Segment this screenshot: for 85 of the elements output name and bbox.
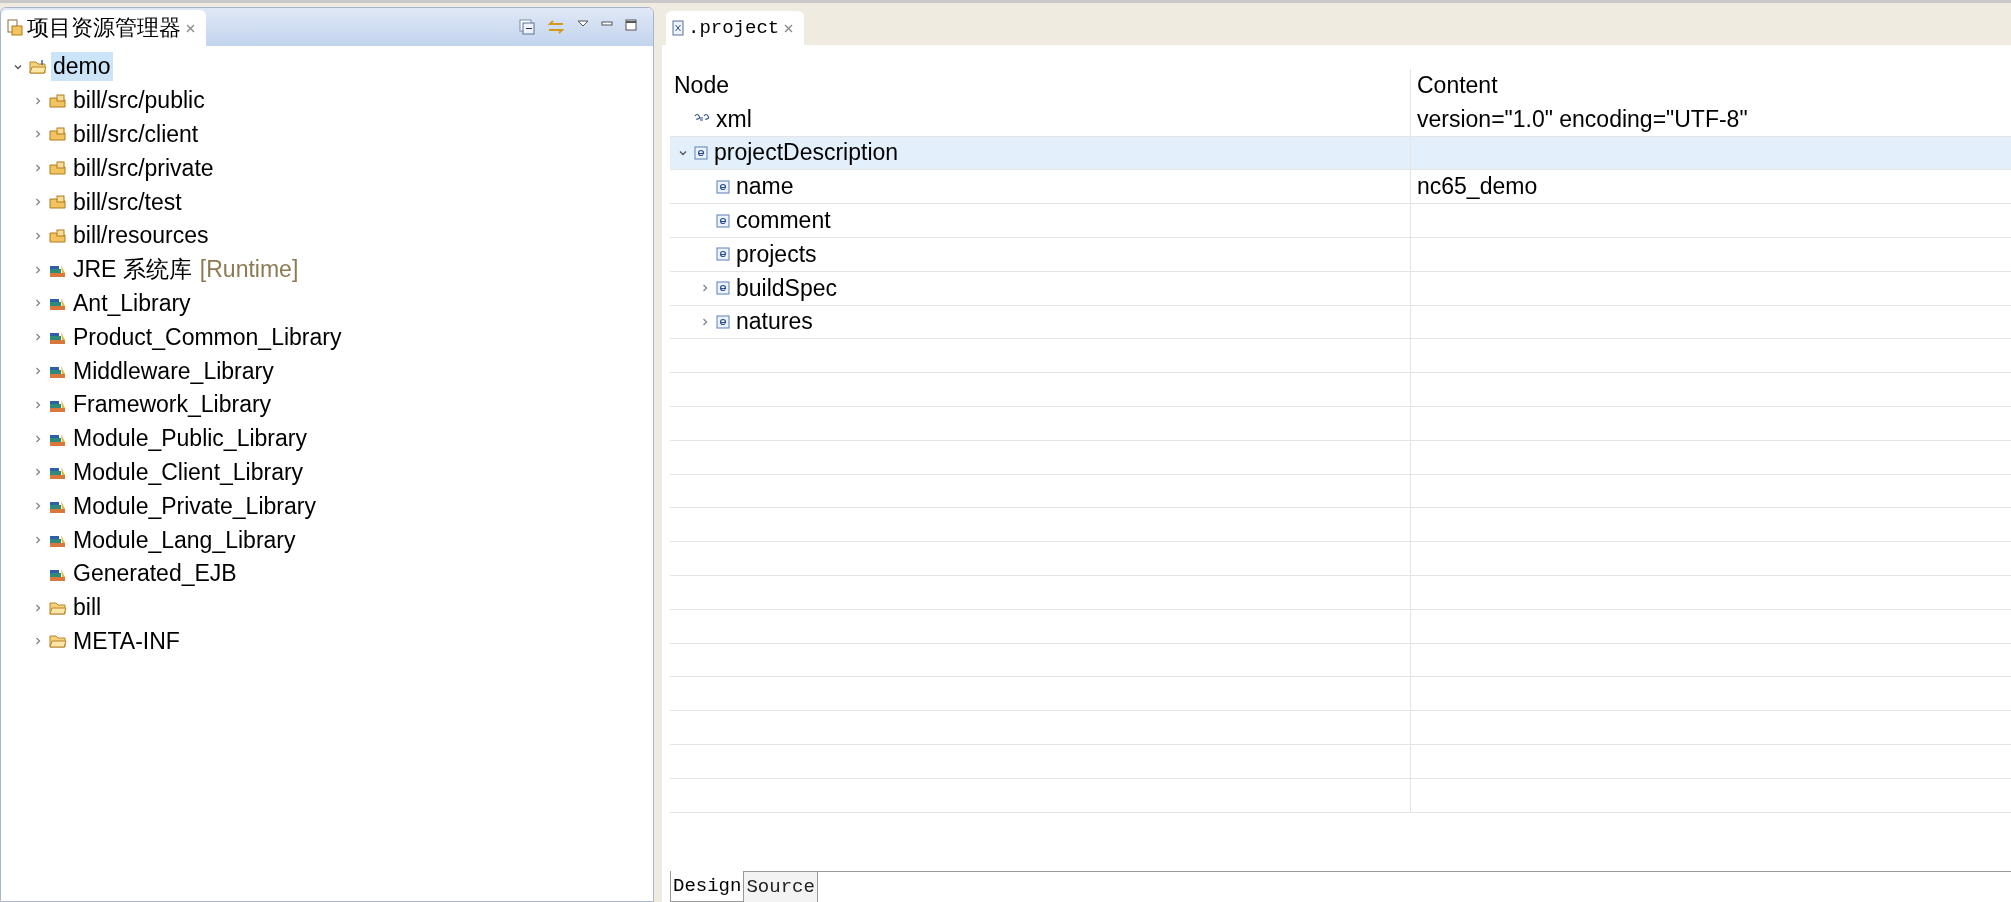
open-folder-icon [29, 58, 47, 75]
editor-tab-label: .project [688, 17, 780, 39]
node-name: projects [736, 240, 817, 268]
tree-item[interactable]: Product_Common_Library [71, 322, 344, 352]
chevron-right-icon[interactable] [700, 316, 710, 327]
column-header: Node [674, 72, 729, 100]
tree-item[interactable]: Generated_EJB [71, 559, 239, 589]
node-row[interactable]: xml version="1.0" encoding="UTF-8" [670, 102, 2011, 137]
element-icon [716, 179, 730, 194]
node-content: version="1.0" encoding="UTF-8" [1417, 105, 1748, 133]
tree-item[interactable]: bill/resources [71, 221, 211, 251]
node-row[interactable]: projects [670, 238, 2011, 272]
tree-item[interactable]: bill [71, 593, 104, 623]
element-icon [716, 281, 730, 296]
column-header: Content [1417, 72, 1498, 100]
runtime-label: [Runtime] [199, 256, 299, 284]
tree-item[interactable]: bill/src/private [71, 153, 216, 183]
element-icon [716, 213, 730, 228]
node-name: xml [716, 105, 752, 133]
chevron-down-icon[interactable] [678, 148, 688, 158]
tree-item[interactable]: Ant_Library [71, 288, 193, 318]
close-icon[interactable] [783, 22, 795, 34]
editor-tab[interactable]: .project [666, 11, 805, 45]
tree-item[interactable]: bill/src/client [71, 120, 201, 149]
chevron-right-icon[interactable] [33, 95, 43, 106]
tree-item[interactable]: Module_Lang_Library [71, 525, 298, 555]
node-content: nc65_demo [1417, 173, 1538, 201]
close-icon[interactable] [185, 22, 196, 34]
chevron-right-icon[interactable] [33, 366, 43, 377]
node-row[interactable]: projectDescription [670, 136, 2011, 171]
chevron-right-icon[interactable] [33, 298, 43, 309]
node-row[interactable]: name nc65_demo [670, 170, 2011, 205]
chevron-right-icon[interactable] [33, 163, 43, 174]
node-name: buildSpec [736, 274, 838, 302]
tree-item[interactable]: JRE 系统库 [71, 253, 194, 287]
folder-icon [49, 633, 67, 650]
explorer-tab[interactable]: 项目资源管理器 [1, 10, 206, 46]
chevron-right-icon[interactable] [33, 433, 43, 444]
tree-item[interactable]: Middleware_Library [71, 356, 276, 386]
tree-item[interactable]: bill/src/test [71, 187, 184, 217]
collapse-all-icon[interactable] [519, 19, 535, 35]
node-name: projectDescription [714, 139, 899, 167]
tree-item[interactable]: bill/src/public [71, 86, 207, 116]
chevron-right-icon[interactable] [33, 399, 43, 410]
maximize-icon[interactable] [625, 19, 637, 31]
chevron-right-icon[interactable] [33, 636, 43, 647]
chevron-right-icon[interactable] [700, 283, 710, 294]
link-arrows-icon[interactable] [547, 19, 565, 35]
node-row[interactable]: natures [670, 305, 2011, 340]
folder-icon [49, 599, 67, 616]
chevron-right-icon[interactable] [33, 467, 43, 478]
chevron-right-icon[interactable] [33, 602, 43, 613]
chevron-right-icon[interactable] [33, 197, 43, 208]
xml-file-icon [672, 20, 684, 36]
tree-item[interactable]: demo [51, 52, 113, 82]
tree-item[interactable]: Module_Public_Library [71, 424, 309, 454]
chevron-right-icon[interactable] [33, 129, 43, 140]
package-folder-icon [49, 160, 67, 177]
editor-page-tab[interactable]: Design [670, 871, 745, 902]
chevron-right-icon[interactable] [33, 264, 43, 275]
chevron-right-icon[interactable] [33, 501, 43, 512]
element-icon [694, 146, 708, 160]
chevron-right-icon[interactable] [33, 230, 43, 241]
package-folder-icon [49, 126, 67, 143]
element-icon [716, 314, 730, 329]
explorer-title: 项目资源管理器 [27, 14, 181, 42]
tree-item[interactable]: Module_Client_Library [71, 457, 306, 487]
element-icon [716, 247, 730, 262]
explorer-icon [7, 19, 23, 37]
node-name: name [736, 173, 794, 201]
tree-item[interactable]: Framework_Library [71, 390, 274, 420]
package-folder-icon [49, 227, 67, 244]
minimize-icon[interactable] [601, 19, 613, 29]
tree-item[interactable]: META-INF [71, 626, 182, 656]
chevron-right-icon[interactable] [33, 535, 43, 546]
package-folder-icon [49, 194, 67, 211]
node-name: comment [736, 207, 831, 235]
chevron-right-icon[interactable] [33, 332, 43, 343]
editor-page-tab[interactable]: Source [744, 872, 818, 902]
tree-item[interactable]: Module_Private_Library [71, 491, 318, 521]
view-menu-icon[interactable] [577, 19, 589, 29]
package-folder-icon [49, 92, 67, 109]
node-row[interactable]: buildSpec [670, 271, 2011, 306]
node-name: natures [736, 308, 813, 336]
node-row[interactable]: comment [670, 204, 2011, 238]
